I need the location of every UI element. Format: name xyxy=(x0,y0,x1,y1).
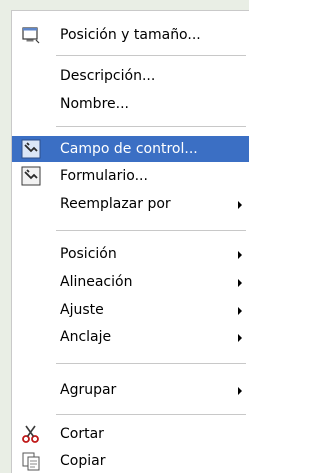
menu-item-control-field[interactable]: Campo de control... xyxy=(12,136,249,162)
menu-item-form[interactable]: Formulario... xyxy=(12,163,249,189)
menu-item-label: Reemplazar por xyxy=(60,196,171,212)
menu-item-anchor[interactable]: Anclaje xyxy=(12,324,249,350)
menu-item-wrap[interactable]: Ajuste xyxy=(12,297,249,323)
menu-item-label: Nombre... xyxy=(60,96,129,112)
control-field-icon xyxy=(21,139,41,159)
menu-separator xyxy=(56,414,246,415)
scissors-icon xyxy=(22,425,39,443)
background-strip-left xyxy=(0,0,11,473)
menu-separator xyxy=(56,363,246,364)
menu-item-copy[interactable]: Copiar xyxy=(12,448,249,473)
menu-item-label: Ajuste xyxy=(60,302,104,318)
submenu-arrow-icon xyxy=(238,201,242,209)
menu-separator xyxy=(56,230,246,231)
menu-separator xyxy=(56,126,246,127)
menu-item-label: Posición y tamaño... xyxy=(60,27,201,43)
position-size-icon xyxy=(22,27,40,44)
menu-item-position-size[interactable]: Posición y tamaño... xyxy=(12,22,249,48)
form-icon xyxy=(21,166,41,186)
copy-icon xyxy=(22,452,40,471)
menu-item-replace-with[interactable]: Reemplazar por xyxy=(12,191,249,217)
menu-item-alignment[interactable]: Alineación xyxy=(12,269,249,295)
menu-item-name[interactable]: Nombre... xyxy=(12,91,249,117)
menu-item-label: Agrupar xyxy=(60,382,117,398)
menu-item-label: Anclaje xyxy=(60,329,112,345)
menu-item-group[interactable]: Agrupar xyxy=(12,377,249,403)
context-menu: Posición y tamaño... Descripción... Nomb… xyxy=(11,10,249,473)
submenu-arrow-icon xyxy=(238,307,242,315)
menu-item-label: Campo de control... xyxy=(60,141,198,157)
menu-item-position[interactable]: Posición xyxy=(12,241,249,267)
menu-item-label: Formulario... xyxy=(60,168,148,184)
submenu-arrow-icon xyxy=(238,251,242,259)
menu-item-cut[interactable]: Cortar xyxy=(12,421,249,447)
menu-item-label: Alineación xyxy=(60,274,133,290)
menu-item-label: Posición xyxy=(60,246,117,262)
menu-item-description[interactable]: Descripción... xyxy=(12,63,249,89)
menu-item-label: Descripción... xyxy=(60,68,156,84)
submenu-arrow-icon xyxy=(238,279,242,287)
menu-item-label: Copiar xyxy=(60,453,106,469)
menu-item-label: Cortar xyxy=(60,426,104,442)
background-strip-top xyxy=(0,0,249,10)
menu-separator xyxy=(56,55,246,56)
submenu-arrow-icon xyxy=(238,334,242,342)
submenu-arrow-icon xyxy=(238,387,242,395)
